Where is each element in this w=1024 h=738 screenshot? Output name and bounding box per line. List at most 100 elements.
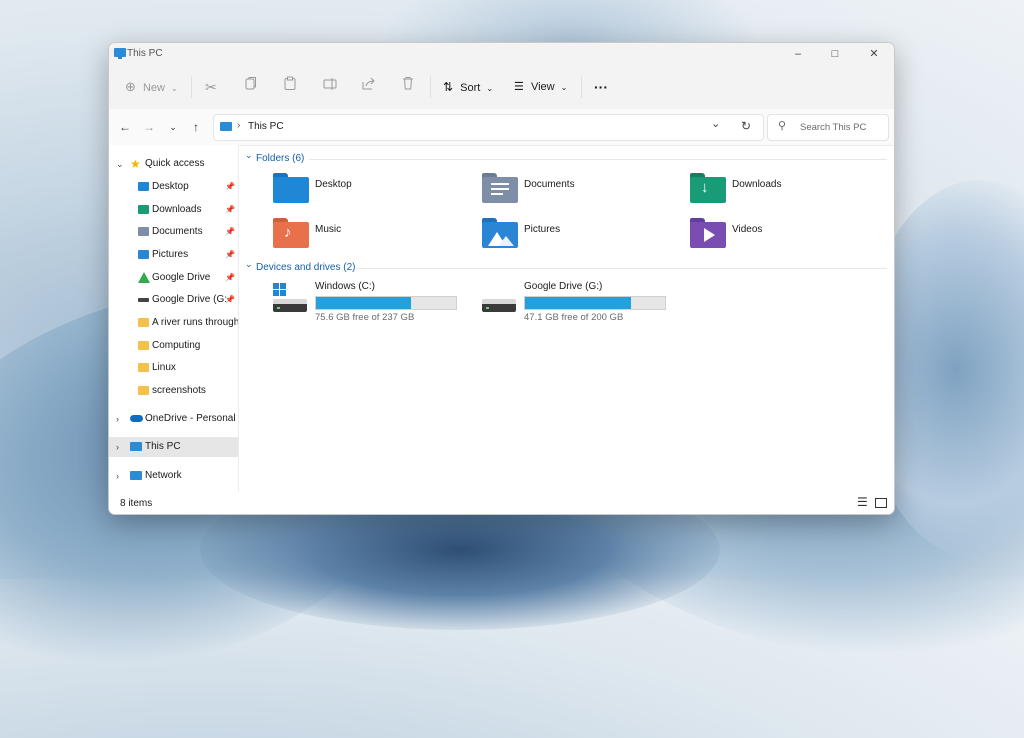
sidebar-item-screenshots[interactable]: screenshots [109, 381, 238, 401]
drive-icon [482, 293, 516, 312]
share-icon[interactable] [362, 76, 376, 98]
view-button[interactable]: ☰ View ⌄ [514, 76, 567, 98]
sidebar-item-label: Downloads [152, 204, 202, 215]
music-folder-icon: ♪ [273, 218, 309, 248]
sidebar-item-onedrive[interactable]: › OneDrive - Personal [109, 409, 238, 429]
pictures-folder-icon [482, 218, 518, 248]
chevron-down-icon: ⌄ [245, 259, 253, 269]
back-arrow-icon[interactable]: ← [116, 118, 134, 136]
details-view-icon[interactable]: ☰ [857, 495, 868, 509]
rename-icon[interactable] [323, 76, 337, 98]
chevron-down-icon: ⌄ [171, 84, 178, 93]
refresh-icon[interactable]: ↻ [741, 119, 751, 133]
tiles-view-icon[interactable] [875, 498, 887, 508]
sidebar-item-label: Google Drive (G: [152, 294, 228, 305]
sort-button[interactable]: ⇅ Sort ⌄ [443, 76, 493, 98]
breadcrumb-separator-icon: › [237, 120, 241, 131]
up-arrow-icon[interactable]: ↑ [187, 118, 205, 136]
chevron-down-icon: ⌄ [116, 159, 124, 169]
pin-icon: 📌 [225, 227, 235, 236]
sidebar-item-label: This PC [145, 441, 181, 452]
downloads-folder-icon [138, 205, 149, 214]
sidebar-item-label: Google Drive [152, 272, 211, 283]
documents-folder-icon [482, 173, 518, 203]
drive-free-space: 47.1 GB free of 200 GB [524, 312, 624, 323]
folder-tile-pictures[interactable]: Pictures [482, 218, 672, 252]
drive-tile-g[interactable]: Google Drive (G:) 47.1 GB free of 200 GB [482, 281, 672, 329]
this-pc-icon [114, 48, 126, 59]
folder-tile-music[interactable]: ♪ Music [273, 218, 463, 252]
drive-tile-c[interactable]: Windows (C:) 75.6 GB free of 237 GB [273, 281, 463, 329]
sidebar-item-google-drive-g[interactable]: Google Drive (G: 📌 [109, 290, 238, 310]
documents-folder-icon [138, 227, 149, 236]
this-pc-icon [130, 442, 142, 451]
chevron-down-icon: ⌄ [560, 83, 568, 92]
folder-tile-documents[interactable]: Documents [482, 173, 672, 207]
chevron-down-icon: ⌄ [486, 84, 494, 93]
google-drive-icon [138, 272, 150, 283]
sidebar-item-desktop[interactable]: Desktop 📌 [109, 177, 238, 197]
search-input[interactable]: ⚲ Search This PC [767, 114, 889, 141]
sidebar-item-documents[interactable]: Documents 📌 [109, 222, 238, 242]
cut-icon[interactable]: ✂ [205, 76, 217, 98]
sidebar-item-quick-access[interactable]: ⌄ ★ Quick access [109, 154, 238, 174]
chevron-right-icon: › [116, 471, 119, 481]
drive-icon [138, 298, 149, 302]
folder-name: Videos [732, 224, 763, 235]
sidebar-item-pictures[interactable]: Pictures 📌 [109, 245, 238, 265]
address-dropdown-icon[interactable]: ⌄ [711, 117, 720, 130]
folder-tile-downloads[interactable]: ↓ Downloads [690, 173, 880, 207]
pin-icon: 📌 [225, 205, 235, 214]
sidebar-item-label: OneDrive - Personal [145, 413, 236, 424]
drive-name: Google Drive (G:) [524, 281, 603, 292]
sidebar-item-computing[interactable]: Computing [109, 336, 238, 356]
folders-section-header[interactable]: Folders (6) [256, 153, 304, 164]
sidebar-item-label: Documents [152, 226, 203, 237]
folder-icon [138, 386, 149, 395]
sidebar-item-google-drive[interactable]: Google Drive 📌 [109, 268, 238, 288]
devices-section-header[interactable]: Devices and drives (2) [256, 262, 355, 273]
this-pc-icon [220, 122, 232, 131]
status-bar: 8 items ☰ [109, 492, 894, 514]
pin-icon: 📌 [225, 295, 235, 304]
sidebar-item-linux[interactable]: Linux [109, 358, 238, 378]
view-icon: ☰ [514, 81, 524, 93]
drive-usage-fill [316, 297, 412, 309]
onedrive-cloud-icon [130, 415, 143, 422]
sort-icon: ⇅ [443, 80, 454, 94]
desktop-folder-icon [273, 173, 309, 203]
sidebar-item-this-pc[interactable]: › This PC [109, 437, 238, 457]
recent-locations-chevron-icon[interactable]: ⌄ [164, 118, 182, 136]
new-button[interactable]: ⊕ New ⌄ [125, 76, 178, 98]
sidebar-item-label: A river runs through [152, 317, 238, 328]
sidebar-item-label: Computing [152, 340, 201, 351]
sidebar-item-network[interactable]: › Network [109, 466, 238, 486]
close-icon[interactable]: ✕ [859, 45, 889, 63]
forward-arrow-icon[interactable]: → [140, 118, 158, 136]
sidebar-item-river-folder[interactable]: A river runs through [109, 313, 238, 333]
drive-usage-bar [524, 296, 666, 310]
sort-label: Sort [460, 82, 481, 94]
sidebar-item-label: Quick access [145, 158, 205, 169]
folder-tile-desktop[interactable]: Desktop [273, 173, 463, 207]
sidebar-item-downloads[interactable]: Downloads 📌 [109, 200, 238, 220]
address-bar[interactable]: › This PC ⌄ ↻ [213, 114, 764, 141]
paste-icon[interactable] [284, 76, 296, 98]
search-icon: ⚲ [778, 120, 787, 132]
folder-tile-videos[interactable]: Videos [690, 218, 880, 252]
content-pane: ⌄ Folders (6) Desktop Documents ↓ Downlo… [239, 145, 894, 492]
folder-icon [138, 363, 149, 372]
minimize-icon[interactable]: – [783, 45, 813, 63]
copy-icon[interactable] [245, 76, 257, 98]
maximize-icon[interactable]: □ [820, 45, 850, 63]
breadcrumb-this-pc[interactable]: This PC [248, 121, 284, 132]
more-icon[interactable]: ··· [594, 76, 608, 98]
network-icon [130, 471, 142, 480]
drive-free-space: 75.6 GB free of 237 GB [315, 312, 415, 323]
delete-icon[interactable] [402, 76, 414, 98]
drive-usage-fill [525, 297, 632, 309]
windows-drive-icon [273, 283, 307, 312]
folder-name: Downloads [732, 179, 782, 190]
folder-name: Desktop [315, 179, 352, 190]
folder-icon [138, 341, 149, 350]
